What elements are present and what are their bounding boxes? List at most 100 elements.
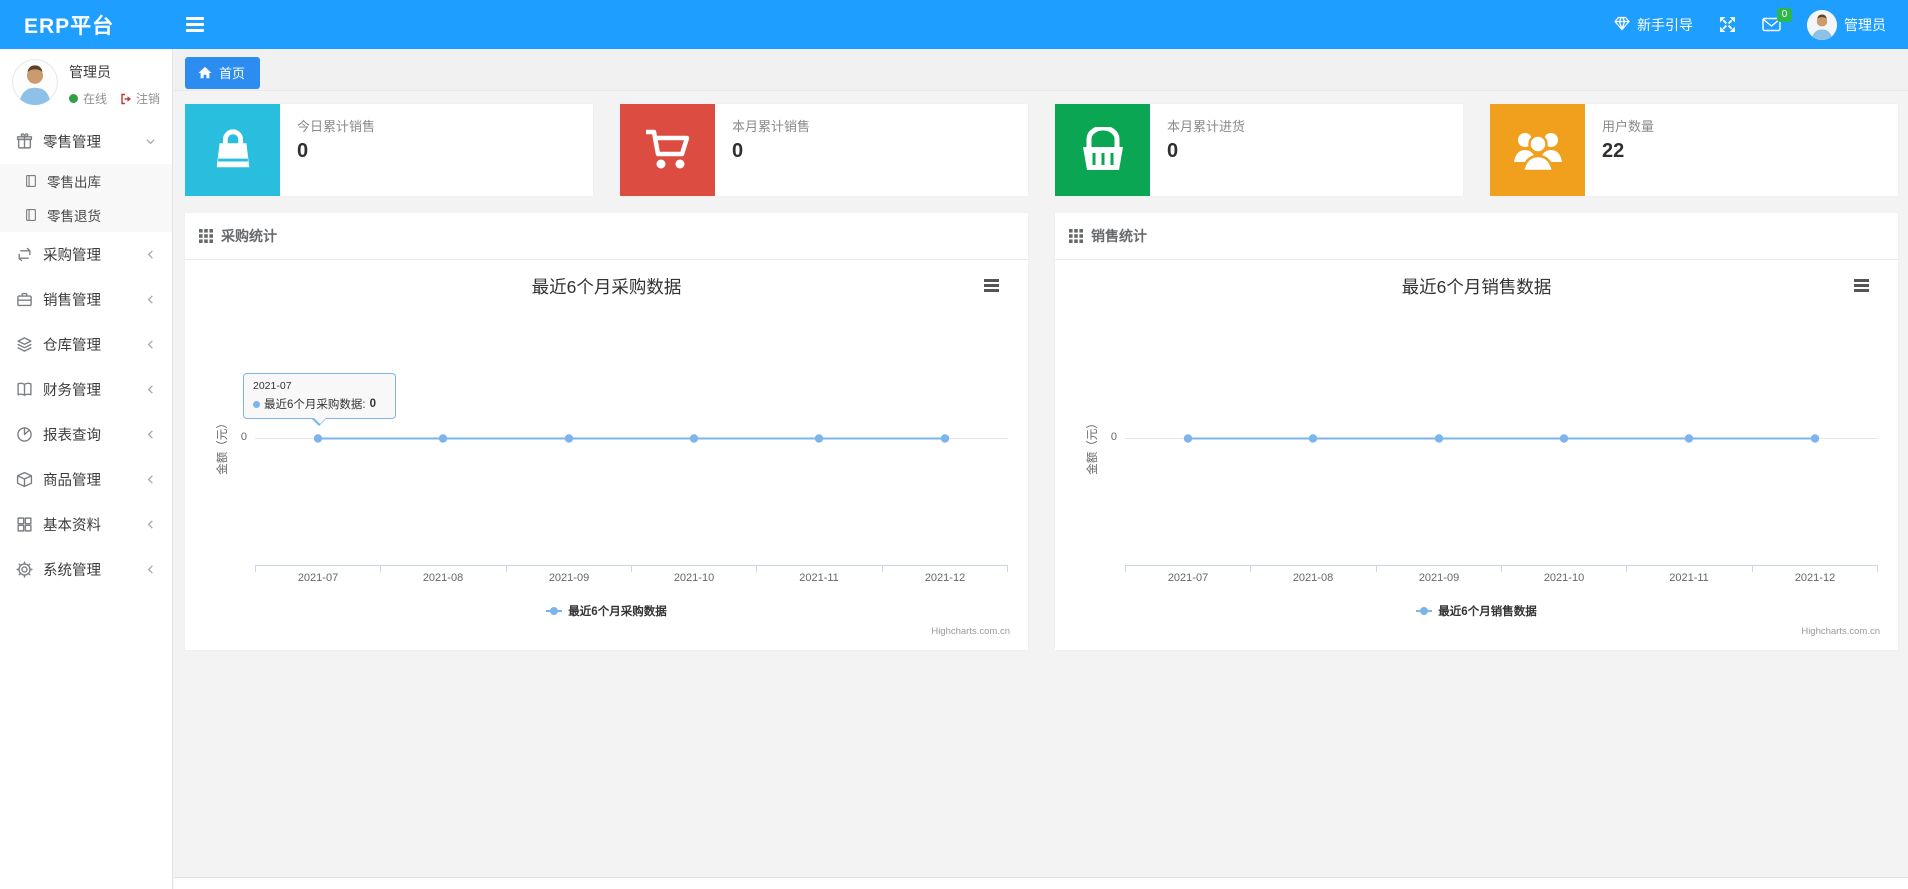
tooltip-category: 2021-07 (253, 380, 292, 392)
sidebar-item-label: 商品管理 (43, 473, 101, 489)
grid-icon (17, 517, 32, 532)
user-name: 管理员 (69, 64, 111, 80)
avatar (1807, 9, 1837, 40)
stat-card-month-sales: 本月累计销售 0 (620, 104, 1028, 196)
sidebar-item-basic-data[interactable]: 基本资料 (0, 502, 172, 547)
online-status: 在线 (83, 92, 108, 106)
sidebar-item-retail[interactable]: 零售管理 (0, 119, 172, 164)
sales-stats-panel: 销售统计 最近6个月销售数据 金额（元） 0 2021-07 2021-08 2… (1055, 213, 1898, 650)
repeat-icon (18, 247, 31, 262)
shopping-cart-icon (620, 104, 715, 196)
stat-label: 本月累计进货 (1167, 119, 1246, 134)
sidebar-item-label: 报表查询 (43, 428, 101, 444)
y-axis-tick: 0 (1110, 431, 1117, 443)
sidebar-item-system[interactable]: 系统管理 (0, 547, 172, 592)
sidebar-menu: 零售管理 零售出库 零售退货 采购管理 销售管理 仓库管理 财务管理 报表查询 … (0, 119, 172, 592)
stat-value: 22 (1602, 140, 1625, 162)
panel-title: 销售统计 (1091, 228, 1147, 244)
panel-title: 采购统计 (221, 228, 277, 244)
stat-cards-row: 今日累计销售 0 本月累计销售 0 本月累计进货 0 用户数量 22 (185, 104, 1898, 196)
x-axis-label: 2021-07 (297, 572, 339, 584)
stat-card-today-sales: 今日累计销售 0 (185, 104, 593, 196)
sidebar-toggle-icon[interactable] (186, 17, 205, 32)
briefcase-icon (17, 292, 32, 307)
sidebar-item-finance[interactable]: 财务管理 (0, 367, 172, 412)
chevron-left-icon (147, 565, 153, 574)
x-axis-label: 2021-10 (673, 572, 715, 584)
stat-value: 0 (297, 140, 309, 162)
tab-bar: 首页 (174, 49, 1908, 91)
tab-home[interactable]: 首页 (185, 57, 261, 89)
guide-button[interactable]: 新手引导 (1614, 15, 1693, 35)
user-menu[interactable]: 管理员 (1807, 9, 1886, 40)
online-dot-icon (69, 94, 78, 103)
line-series[interactable] (255, 430, 1008, 447)
logout-button[interactable]: 注销 (120, 90, 160, 107)
stat-label: 用户数量 (1602, 119, 1655, 134)
pie-chart-icon (17, 427, 32, 442)
th-grid-icon (199, 229, 213, 243)
home-icon (198, 66, 212, 79)
avatar[interactable] (12, 59, 58, 105)
stat-card-month-purchase: 本月累计进货 0 (1055, 104, 1463, 196)
sidebar-item-label: 零售管理 (43, 135, 101, 151)
stat-value: 0 (732, 140, 744, 162)
chevron-down-icon (146, 139, 155, 145)
chevron-left-icon (147, 430, 153, 439)
logout-icon (121, 93, 131, 104)
app-logo[interactable]: ERP平台 (24, 10, 114, 40)
highcharts-credits-link[interactable]: Highcharts.com.cn (1801, 626, 1880, 637)
journal-icon (26, 175, 36, 187)
mail-badge: 0 (1777, 8, 1792, 22)
messages-button[interactable]: 0 (1762, 8, 1792, 32)
tooltip-series: 最近6个月采购数据: (264, 399, 366, 411)
basket-icon (1055, 104, 1150, 196)
sidebar-subitem-label: 零售出库 (47, 175, 101, 190)
sidebar-item-reports[interactable]: 报表查询 (0, 412, 172, 457)
gem-icon (1614, 16, 1630, 34)
highcharts-credits-link[interactable]: Highcharts.com.cn (931, 626, 1010, 637)
sidebar-item-products[interactable]: 商品管理 (0, 457, 172, 502)
sidebar-item-retail-outbound[interactable]: 零售出库 (0, 164, 172, 198)
fullscreen-icon (1720, 17, 1735, 32)
purchase-stats-panel: 采购统计 最近6个月采购数据 金额（元） 0 2021-07 2021-08 2… (185, 213, 1028, 650)
chevron-left-icon (147, 295, 153, 304)
charts-row: 采购统计 最近6个月采购数据 金额（元） 0 2021-07 2021-08 2… (185, 213, 1898, 650)
stat-value: 0 (1167, 140, 1179, 162)
stat-label: 今日累计销售 (297, 119, 376, 134)
sidebar-item-purchase[interactable]: 采购管理 (0, 232, 172, 277)
legend-item[interactable]: 最近6个月采购数据 (185, 603, 1028, 619)
sales-chart: 最近6个月销售数据 金额（元） 0 2021-07 2021-08 2021-0… (1055, 260, 1898, 649)
footer-divider (174, 877, 1908, 889)
user-panel: 管理员 在线 注销 (0, 49, 172, 115)
x-axis-label: 2021-07 (1167, 572, 1209, 584)
sidebar-item-retail-return[interactable]: 零售退货 (0, 198, 172, 232)
line-series[interactable] (1125, 430, 1878, 447)
chart-menu-button[interactable] (1851, 276, 1872, 295)
tooltip-value: 0 (369, 398, 376, 410)
legend-item[interactable]: 最近6个月销售数据 (1055, 603, 1898, 619)
x-axis-label: 2021-11 (1669, 572, 1709, 584)
gift-icon (16, 133, 33, 149)
top-navbar: ERP平台 新手引导 0 管理员 (0, 0, 1908, 49)
sidebar-item-label: 基本资料 (43, 518, 101, 534)
y-axis-title: 金额（元） (217, 417, 229, 475)
x-axis-label: 2021-11 (799, 572, 839, 584)
th-grid-icon (1069, 229, 1083, 243)
retail-submenu: 零售出库 零售退货 (0, 164, 172, 232)
sidebar: 管理员 在线 注销 零售管理 零售出库 零售退货 采购管理 销售管理 仓库管理 … (0, 49, 173, 889)
x-axis-label: 2021-08 (1292, 572, 1334, 584)
chevron-left-icon (147, 385, 153, 394)
x-axis-label: 2021-10 (1543, 572, 1585, 584)
gear-icon (16, 561, 33, 578)
chart-menu-button[interactable] (981, 276, 1002, 295)
stat-label: 本月累计销售 (732, 119, 811, 134)
sidebar-item-sales[interactable]: 销售管理 (0, 277, 172, 322)
stat-card-user-count: 用户数量 22 (1490, 104, 1898, 196)
x-axis-label: 2021-09 (1418, 572, 1460, 584)
x-axis-label: 2021-08 (422, 572, 464, 584)
x-axis-label: 2021-09 (548, 572, 590, 584)
sidebar-item-label: 仓库管理 (43, 338, 101, 354)
sidebar-item-warehouse[interactable]: 仓库管理 (0, 322, 172, 367)
fullscreen-button[interactable] (1719, 16, 1736, 33)
